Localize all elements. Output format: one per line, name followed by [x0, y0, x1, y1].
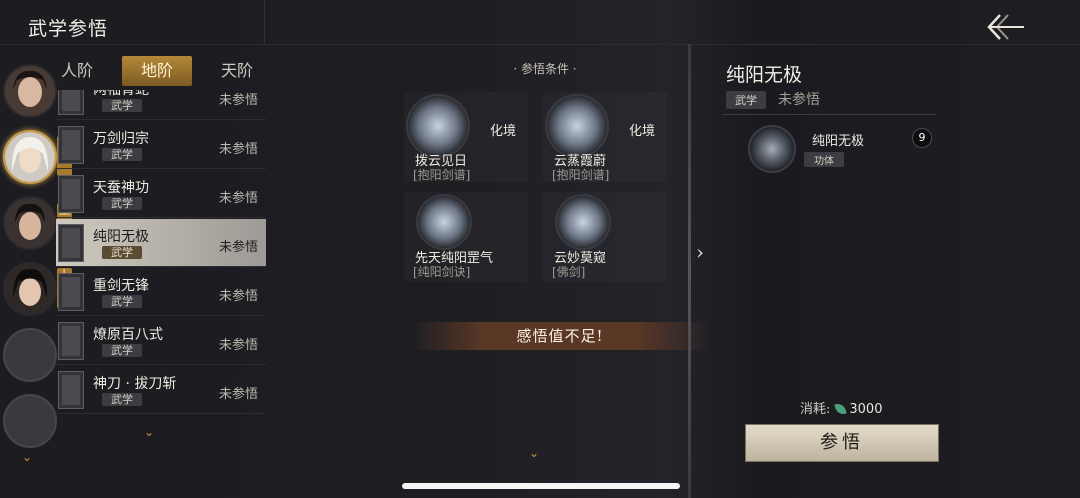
- book-icon: [58, 126, 84, 164]
- cost-value: 3000: [849, 402, 883, 417]
- detail-title: 纯阳无极: [726, 64, 803, 86]
- avatar-character-3[interactable]: [3, 196, 57, 250]
- condition-source: [佛剑]: [552, 265, 586, 279]
- item-category: 武学: [102, 197, 142, 210]
- condition-card[interactable]: 化境 云蒸霞蔚 [抱阳剑谱]: [543, 92, 667, 182]
- conditions-title: · 参悟条件 ·: [513, 62, 577, 76]
- item-name: 万剑归宗: [93, 131, 149, 147]
- condition-level: 化境: [629, 124, 656, 139]
- toast-message: 感悟值不足!: [410, 322, 710, 350]
- avatar-empty-slot[interactable]: [3, 328, 57, 382]
- character-portrait-icon: [5, 132, 55, 182]
- detail-category: 武学: [726, 91, 766, 109]
- list-item[interactable]: 两袖青蛇 武学 未参悟: [56, 90, 266, 120]
- item-name: 两袖青蛇: [93, 90, 149, 98]
- condition-source: [抱阳剑谱]: [552, 168, 610, 182]
- condition-card[interactable]: 化境 拨云见日 [抱阳剑谱]: [404, 92, 528, 182]
- cost-label: 消耗:: [800, 402, 831, 417]
- item-status: 未参悟: [218, 191, 258, 206]
- chevron-right-icon[interactable]: ›: [696, 240, 704, 264]
- item-name: 重剑无锋: [93, 278, 149, 294]
- back-arrow-icon: [987, 14, 1024, 40]
- skill-cloud-icon: [555, 194, 611, 250]
- item-category: 武学: [102, 344, 142, 357]
- character-portrait-icon: [5, 264, 55, 314]
- list-item-selected[interactable]: 纯阳无极 武学 未参悟: [56, 219, 266, 267]
- item-name: 燎原百八式: [93, 327, 163, 343]
- list-item[interactable]: 神刀 · 拔刀斩 武学 未参悟: [56, 366, 266, 414]
- skill-orb-icon[interactable]: [748, 125, 796, 173]
- item-status: 未参悟: [218, 289, 258, 304]
- item-status: 未参悟: [218, 387, 258, 402]
- skill-qi-icon: [416, 194, 472, 250]
- condition-card[interactable]: 先天纯阳罡气 [纯阳剑诀]: [404, 192, 528, 282]
- tab-ren-jie[interactable]: 人阶: [42, 56, 112, 86]
- condition-source: [纯阳剑诀]: [413, 265, 471, 279]
- item-status: 未参悟: [218, 240, 258, 255]
- condition-card[interactable]: 云妙莫窥 [佛剑]: [543, 192, 667, 282]
- tab-di-jie[interactable]: 地阶: [122, 56, 192, 86]
- item-category: 武学: [102, 295, 142, 308]
- item-category: 武学: [102, 393, 142, 406]
- list-item[interactable]: 天蚕神功 武学 未参悟: [56, 170, 266, 218]
- item-status: 未参悟: [218, 142, 258, 157]
- avatar-character-4[interactable]: [3, 262, 57, 316]
- leaf-icon: [834, 401, 848, 417]
- chevron-down-icon[interactable]: ⌄: [22, 450, 32, 464]
- martial-arts-list[interactable]: 两袖青蛇 武学 未参悟 万剑归宗 武学 未参悟 天蚕神功 武学 未参悟 纯阳无极…: [56, 90, 266, 420]
- item-name: 纯阳无极: [93, 229, 149, 245]
- avatar-empty-slot[interactable]: [3, 394, 57, 448]
- skill-sword-icon: [545, 94, 609, 158]
- item-status: 未参悟: [218, 338, 258, 353]
- book-icon: [58, 90, 84, 115]
- detail-entry-name: 纯阳无极: [812, 134, 865, 149]
- cost-row: 消耗: 3000: [800, 398, 882, 417]
- panel-divider: [688, 44, 691, 498]
- comprehend-button[interactable]: 参悟: [745, 424, 939, 462]
- item-status: 未参悟: [218, 93, 258, 108]
- book-icon: [58, 224, 84, 262]
- item-category: 武学: [102, 148, 142, 161]
- character-portrait-icon: [5, 198, 55, 248]
- list-item[interactable]: 燎原百八式 武学 未参悟: [56, 317, 266, 365]
- list-item[interactable]: 重剑无锋 武学 未参悟: [56, 268, 266, 316]
- chevron-down-icon[interactable]: ⌄: [144, 425, 154, 439]
- chevron-down-icon[interactable]: ⌄: [529, 446, 539, 460]
- book-icon: [58, 322, 84, 360]
- detail-divider: [722, 114, 936, 115]
- item-category: 武学: [102, 246, 142, 259]
- header-divider: [264, 0, 265, 44]
- home-indicator[interactable]: [402, 483, 680, 489]
- item-name: 神刀 · 拔刀斩: [93, 376, 177, 392]
- book-icon: [58, 175, 84, 213]
- item-category: 武学: [102, 99, 142, 112]
- skill-sword-icon: [406, 94, 470, 158]
- tab-tian-jie[interactable]: 天阶: [202, 56, 272, 86]
- back-button[interactable]: [986, 10, 1026, 44]
- detail-entry-type: 功体: [804, 152, 844, 167]
- page-title: 武学参悟: [28, 18, 109, 40]
- book-icon: [58, 371, 84, 409]
- avatar-character-2[interactable]: [3, 130, 57, 184]
- book-icon: [58, 273, 84, 311]
- condition-level: 化境: [490, 124, 517, 139]
- condition-source: [抱阳剑谱]: [413, 168, 471, 182]
- list-item[interactable]: 万剑归宗 武学 未参悟: [56, 121, 266, 169]
- item-name: 天蚕神功: [93, 180, 149, 196]
- detail-status: 未参悟: [778, 92, 820, 108]
- header-line: [0, 44, 1080, 45]
- count-badge: 9: [912, 128, 932, 148]
